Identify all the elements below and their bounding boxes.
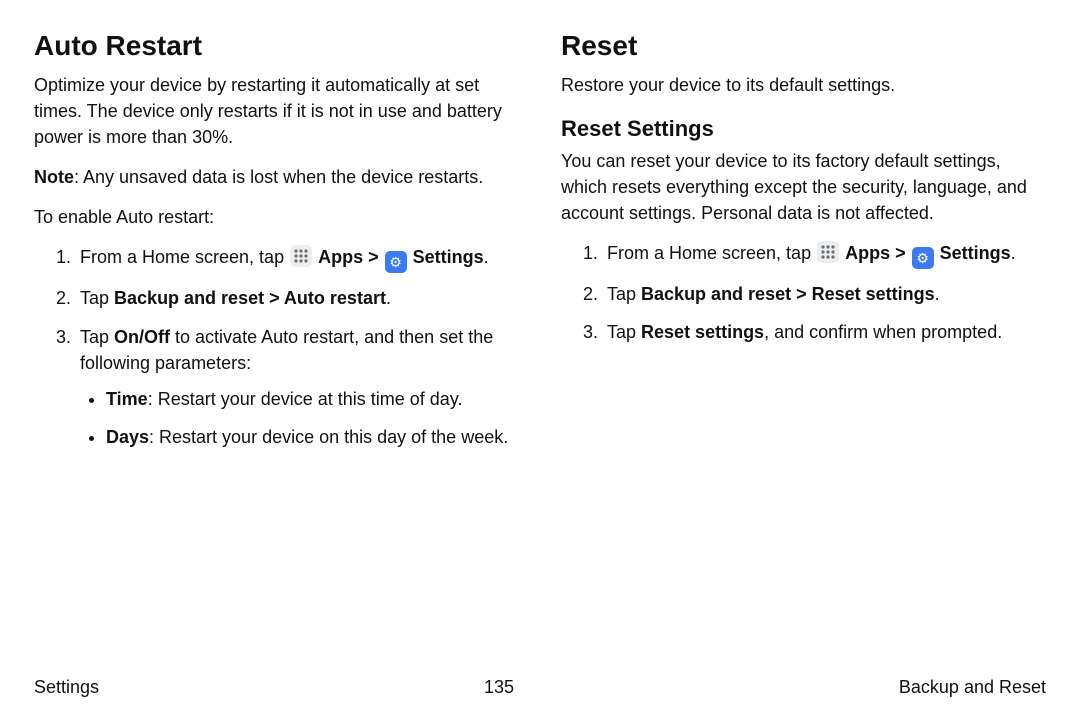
step2-post: .: [386, 288, 391, 308]
step3-a: Tap: [80, 327, 114, 347]
apps-icon: [290, 245, 312, 267]
auto-restart-heading: Auto Restart: [34, 30, 519, 62]
footer-left: Settings: [34, 677, 99, 698]
bullet1-body: : Restart your device at this time of da…: [148, 389, 463, 409]
r-settings-label: Settings: [940, 243, 1011, 263]
list-item: Time: Restart your device at this time o…: [106, 386, 519, 412]
r-chevron: >: [890, 243, 911, 263]
step1-post: .: [484, 247, 489, 267]
step3-b: On/Off: [114, 327, 170, 347]
list-item: From a Home screen, tap Apps > ⚙ Setting…: [76, 244, 519, 273]
r-step2-pre: Tap: [607, 284, 641, 304]
r-step2-bold: Backup and reset > Reset settings: [641, 284, 935, 304]
auto-restart-note: Note: Any unsaved data is lost when the …: [34, 164, 519, 190]
page-number: 135: [484, 677, 514, 698]
left-column: Auto Restart Optimize your device by res…: [34, 30, 519, 462]
right-column: Reset Restore your device to its default…: [561, 30, 1046, 462]
apps-icon: [817, 241, 839, 263]
bullet2-label: Days: [106, 427, 149, 447]
reset-settings-heading: Reset Settings: [561, 116, 1046, 142]
footer-right: Backup and Reset: [899, 677, 1046, 698]
chevron: >: [363, 247, 384, 267]
reset-settings-intro: You can reset your device to its factory…: [561, 148, 1046, 226]
reset-intro: Restore your device to its default setti…: [561, 72, 1046, 98]
list-item: Tap On/Off to activate Auto restart, and…: [76, 324, 519, 450]
bullet2-body: : Restart your device on this day of the…: [149, 427, 508, 447]
list-item: Tap Reset settings, and confirm when pro…: [603, 319, 1046, 345]
auto-restart-steps: From a Home screen, tap Apps > ⚙ Setting…: [34, 244, 519, 449]
page-footer: Settings 135 Backup and Reset: [34, 677, 1046, 698]
bullet1-label: Time: [106, 389, 148, 409]
note-label: Note: [34, 167, 74, 187]
r-step3-c: , and confirm when prompted.: [764, 322, 1002, 342]
reset-settings-steps: From a Home screen, tap Apps > ⚙ Setting…: [561, 240, 1046, 345]
list-item: From a Home screen, tap Apps > ⚙ Setting…: [603, 240, 1046, 269]
settings-icon: ⚙: [912, 247, 934, 269]
note-body: : Any unsaved data is lost when the devi…: [74, 167, 483, 187]
r-step2-post: .: [935, 284, 940, 304]
r-apps-label: Apps: [845, 243, 890, 263]
step2-pre: Tap: [80, 288, 114, 308]
list-item: Tap Backup and reset > Auto restart.: [76, 285, 519, 311]
r-step1-pre: From a Home screen, tap: [607, 243, 816, 263]
list-item: Tap Backup and reset > Reset settings.: [603, 281, 1046, 307]
enable-line: To enable Auto restart:: [34, 204, 519, 230]
list-item: Days: Restart your device on this day of…: [106, 424, 519, 450]
r-step1-post: .: [1011, 243, 1016, 263]
step1-pre: From a Home screen, tap: [80, 247, 289, 267]
r-step3-a: Tap: [607, 322, 641, 342]
r-step3-b: Reset settings: [641, 322, 764, 342]
step2-bold: Backup and reset > Auto restart: [114, 288, 386, 308]
reset-heading: Reset: [561, 30, 1046, 62]
settings-label: Settings: [413, 247, 484, 267]
auto-restart-intro: Optimize your device by restarting it au…: [34, 72, 519, 150]
settings-icon: ⚙: [385, 251, 407, 273]
apps-label: Apps: [318, 247, 363, 267]
parameters-list: Time: Restart your device at this time o…: [80, 386, 519, 450]
